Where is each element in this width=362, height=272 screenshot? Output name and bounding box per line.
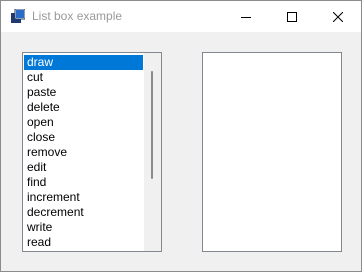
list-item[interactable]: paste xyxy=(24,85,143,100)
list-item[interactable]: draw xyxy=(24,55,143,70)
vertical-scrollbar[interactable] xyxy=(144,53,161,251)
list-item[interactable]: edit xyxy=(24,160,143,175)
output-listbox[interactable] xyxy=(202,52,342,252)
list-item[interactable]: read xyxy=(24,235,143,250)
list-item[interactable]: remove xyxy=(24,145,143,160)
app-icon xyxy=(11,9,25,23)
list-item[interactable]: cut xyxy=(24,70,143,85)
minimize-button[interactable] xyxy=(223,1,269,32)
command-listbox[interactable]: draw cut paste delete open close remove … xyxy=(22,52,162,252)
list-item[interactable]: increment xyxy=(24,190,143,205)
close-button[interactable] xyxy=(315,1,361,32)
minimize-icon xyxy=(241,16,251,18)
title-bar[interactable]: List box example xyxy=(1,1,361,32)
list-item[interactable]: decrement xyxy=(24,205,143,220)
maximize-icon xyxy=(287,11,297,22)
list-item[interactable]: open xyxy=(24,115,143,130)
list-item[interactable]: close xyxy=(24,130,143,145)
list-item[interactable]: write xyxy=(24,220,143,235)
list-item[interactable]: find xyxy=(24,175,143,190)
close-icon xyxy=(333,11,343,22)
client-area: draw cut paste delete open close remove … xyxy=(1,32,361,271)
list-item[interactable]: delete xyxy=(24,100,143,115)
maximize-button[interactable] xyxy=(269,1,315,32)
window-title: List box example xyxy=(32,9,123,23)
scrollbar-thumb[interactable] xyxy=(151,71,153,179)
main-window: List box example draw cut paste delete o… xyxy=(0,0,362,272)
